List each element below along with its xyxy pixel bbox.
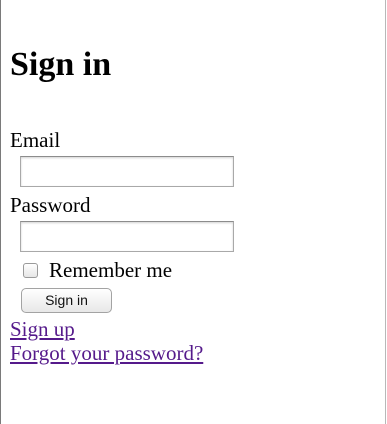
- email-label: Email: [10, 128, 61, 152]
- forgot-password-link[interactable]: Forgot your password?: [10, 341, 370, 365]
- password-field[interactable]: [20, 221, 234, 252]
- remember-me-checkbox[interactable]: [23, 262, 38, 278]
- page-title: Sign in: [10, 46, 112, 83]
- sign-in-button[interactable]: Sign in: [21, 288, 112, 313]
- sign-up-link[interactable]: Sign up: [10, 317, 370, 341]
- sign-in-form: Sign in Email Password Remember me Sign …: [10, 44, 370, 365]
- remember-me-row: Remember me: [10, 256, 370, 284]
- remember-me-label: Remember me: [49, 258, 173, 282]
- email-field[interactable]: [20, 156, 234, 187]
- password-label: Password: [10, 193, 91, 217]
- auth-links: Sign up Forgot your password?: [10, 317, 370, 365]
